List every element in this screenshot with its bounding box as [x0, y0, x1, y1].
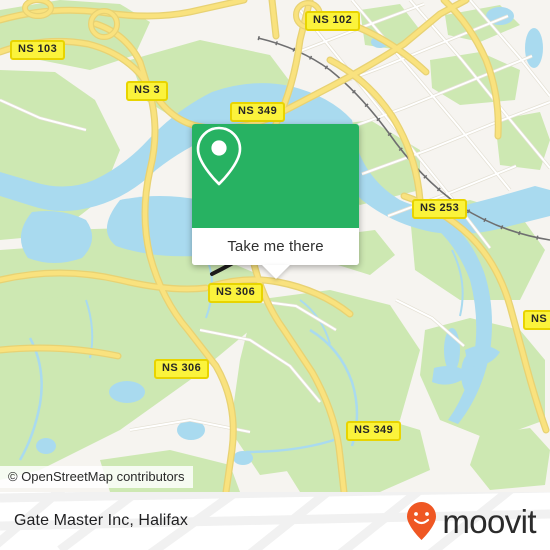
take-me-there-label: Take me there: [227, 238, 324, 255]
map-pin-icon: [196, 126, 242, 186]
location-popup-card[interactable]: Take me there: [192, 124, 359, 279]
road-shield: NS 306: [154, 359, 210, 379]
road-shield: NS 103: [10, 40, 66, 60]
footer-bar: Gate Master Inc, Halifax moovit: [0, 492, 550, 550]
take-me-there-button[interactable]: Take me there: [192, 228, 359, 265]
road-shield: NS 349: [346, 421, 402, 441]
road-shield: NS 3: [126, 81, 169, 101]
map-canvas[interactable]: NS 103 NS 3 NS 102 NS 349 NS 253 NS 2 NS…: [0, 0, 550, 492]
road-shield: NS 253: [412, 199, 468, 219]
moovit-wordmark: moovit: [442, 502, 536, 540]
moovit-logo[interactable]: moovit: [405, 492, 537, 550]
screenshot-root: NS 103 NS 3 NS 102 NS 349 NS 253 NS 2 NS…: [0, 0, 550, 550]
moovit-smiley-pin-icon: [407, 502, 437, 540]
road-shield: NS 2: [523, 310, 550, 330]
road-shield: NS 306: [208, 283, 264, 303]
popup-header: [192, 124, 359, 228]
road-shield: NS 349: [230, 102, 286, 122]
map-attribution[interactable]: © OpenStreetMap contributors: [0, 466, 193, 488]
popup-pointer-tail: [261, 265, 290, 279]
road-shield: NS 102: [305, 11, 361, 31]
place-title: Gate Master Inc, Halifax: [14, 512, 189, 529]
